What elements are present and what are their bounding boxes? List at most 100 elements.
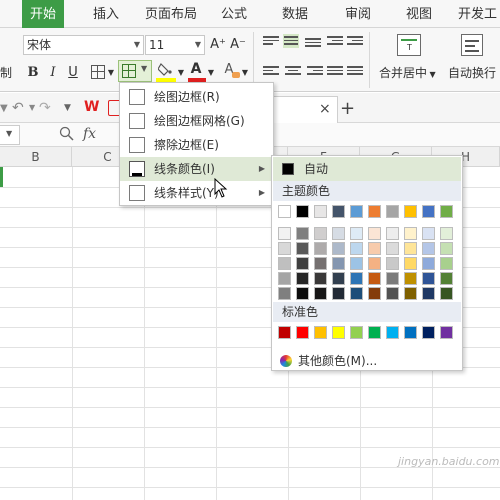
color-swatch[interactable] [440,227,453,240]
color-swatch[interactable] [350,287,363,300]
color-swatch[interactable] [386,326,399,339]
align-left-icon[interactable] [263,66,279,80]
grow-font-button[interactable]: A⁺ [210,36,226,54]
color-swatch[interactable] [314,227,327,240]
align-right-icon[interactable] [307,66,323,80]
color-swatch[interactable] [386,227,399,240]
tab-developer[interactable]: 开发工 [458,0,497,28]
fill-color-icon[interactable] [157,62,172,76]
color-swatch[interactable] [296,272,309,285]
redo-icon[interactable]: ↷ [39,100,51,116]
color-swatch[interactable] [350,326,363,339]
font-name-combo[interactable]: 宋体 ▼ [23,35,144,55]
color-swatch[interactable] [440,205,453,218]
color-swatch[interactable] [422,287,435,300]
color-swatch[interactable] [440,257,453,270]
color-swatch[interactable] [368,272,381,285]
tab-review[interactable]: 审阅 [345,0,371,28]
color-swatch[interactable] [296,205,309,218]
color-swatch[interactable] [332,272,345,285]
tab-insert[interactable]: 插入 [93,0,119,28]
italic-button[interactable]: I [47,64,59,82]
color-swatch[interactable] [278,272,291,285]
merge-center-icon[interactable]: T [397,34,421,56]
distribute-icon[interactable] [347,66,363,80]
zoom-icon[interactable] [59,126,74,141]
color-swatch[interactable] [314,205,327,218]
color-swatch[interactable] [404,242,417,255]
color-swatch[interactable] [314,257,327,270]
wrap-text-button[interactable]: 自动换行 [448,64,500,82]
wps-logo-icon[interactable]: W [84,99,102,115]
color-swatch[interactable] [350,257,363,270]
color-swatch[interactable] [386,257,399,270]
color-swatch[interactable] [368,287,381,300]
color-swatch[interactable] [350,227,363,240]
color-swatch[interactable] [368,326,381,339]
menu-item-erase-border[interactable]: 擦除边框(E) [120,133,273,157]
shrink-font-button[interactable]: A⁻ [230,36,246,54]
color-swatch[interactable] [440,272,453,285]
color-swatch[interactable] [332,242,345,255]
column-header[interactable]: B [0,147,72,167]
color-swatch[interactable] [278,205,291,218]
color-swatch[interactable] [332,205,345,218]
align-top-icon[interactable] [263,36,279,50]
color-swatch[interactable] [404,287,417,300]
bold-button[interactable]: B [26,64,40,82]
color-swatch[interactable] [404,272,417,285]
color-swatch[interactable] [278,227,291,240]
color-swatch[interactable] [278,287,291,300]
function-icon[interactable]: fx [83,126,96,142]
new-tab-icon[interactable]: + [340,98,355,119]
align-bottom-icon[interactable] [305,38,321,52]
color-swatch[interactable] [314,242,327,255]
customize-toolbar-icon[interactable]: ▼ [64,103,71,113]
color-swatch[interactable] [296,326,309,339]
font-size-combo[interactable]: 11 ▼ [145,35,205,55]
wrap-text-icon[interactable] [461,34,483,56]
color-swatch[interactable] [296,227,309,240]
color-swatch[interactable] [422,257,435,270]
color-swatch[interactable] [350,205,363,218]
color-swatch[interactable] [368,257,381,270]
color-swatch[interactable] [314,272,327,285]
color-swatch[interactable] [440,242,453,255]
tab-page-layout[interactable]: 页面布局 [145,0,197,28]
color-swatch[interactable] [332,287,345,300]
justify-icon[interactable] [327,66,343,80]
tab-data[interactable]: 数据 [282,0,308,28]
menu-item-line-color[interactable]: 线条颜色(I) ▶ [120,157,273,181]
color-swatch[interactable] [314,287,327,300]
color-swatch[interactable] [278,326,291,339]
color-swatch[interactable] [350,242,363,255]
undo-icon[interactable]: ↶ [12,100,24,116]
color-swatch[interactable] [350,272,363,285]
color-swatch[interactable] [422,205,435,218]
font-color-button[interactable]: A [189,60,203,78]
border-icon[interactable] [91,65,105,79]
chevron-down-icon[interactable]: ▼ [241,64,249,82]
automatic-color-option[interactable]: 自动 [273,157,461,181]
underline-button[interactable]: U [66,64,80,82]
menu-item-draw-border-grid[interactable]: 绘图边框网格(G) [120,109,273,133]
merge-center-button[interactable]: 合并居中 ▼ [379,64,449,84]
color-swatch[interactable] [386,242,399,255]
color-swatch[interactable] [422,326,435,339]
chevron-down-icon[interactable]: ▼ [177,64,185,82]
decrease-indent-icon[interactable] [327,36,343,50]
color-swatch[interactable] [368,227,381,240]
tab-view[interactable]: 视图 [406,0,432,28]
color-swatch[interactable] [422,272,435,285]
color-swatch[interactable] [440,326,453,339]
menu-item-line-style[interactable]: 线条样式(Y) ▶ [120,181,273,205]
color-swatch[interactable] [440,287,453,300]
color-swatch[interactable] [422,227,435,240]
color-swatch[interactable] [386,272,399,285]
color-swatch[interactable] [404,326,417,339]
color-swatch[interactable] [332,326,345,339]
align-center-icon[interactable] [285,66,301,80]
chevron-down-icon[interactable]: ▼ [207,64,215,82]
close-icon[interactable]: × [319,101,331,117]
color-swatch[interactable] [368,205,381,218]
